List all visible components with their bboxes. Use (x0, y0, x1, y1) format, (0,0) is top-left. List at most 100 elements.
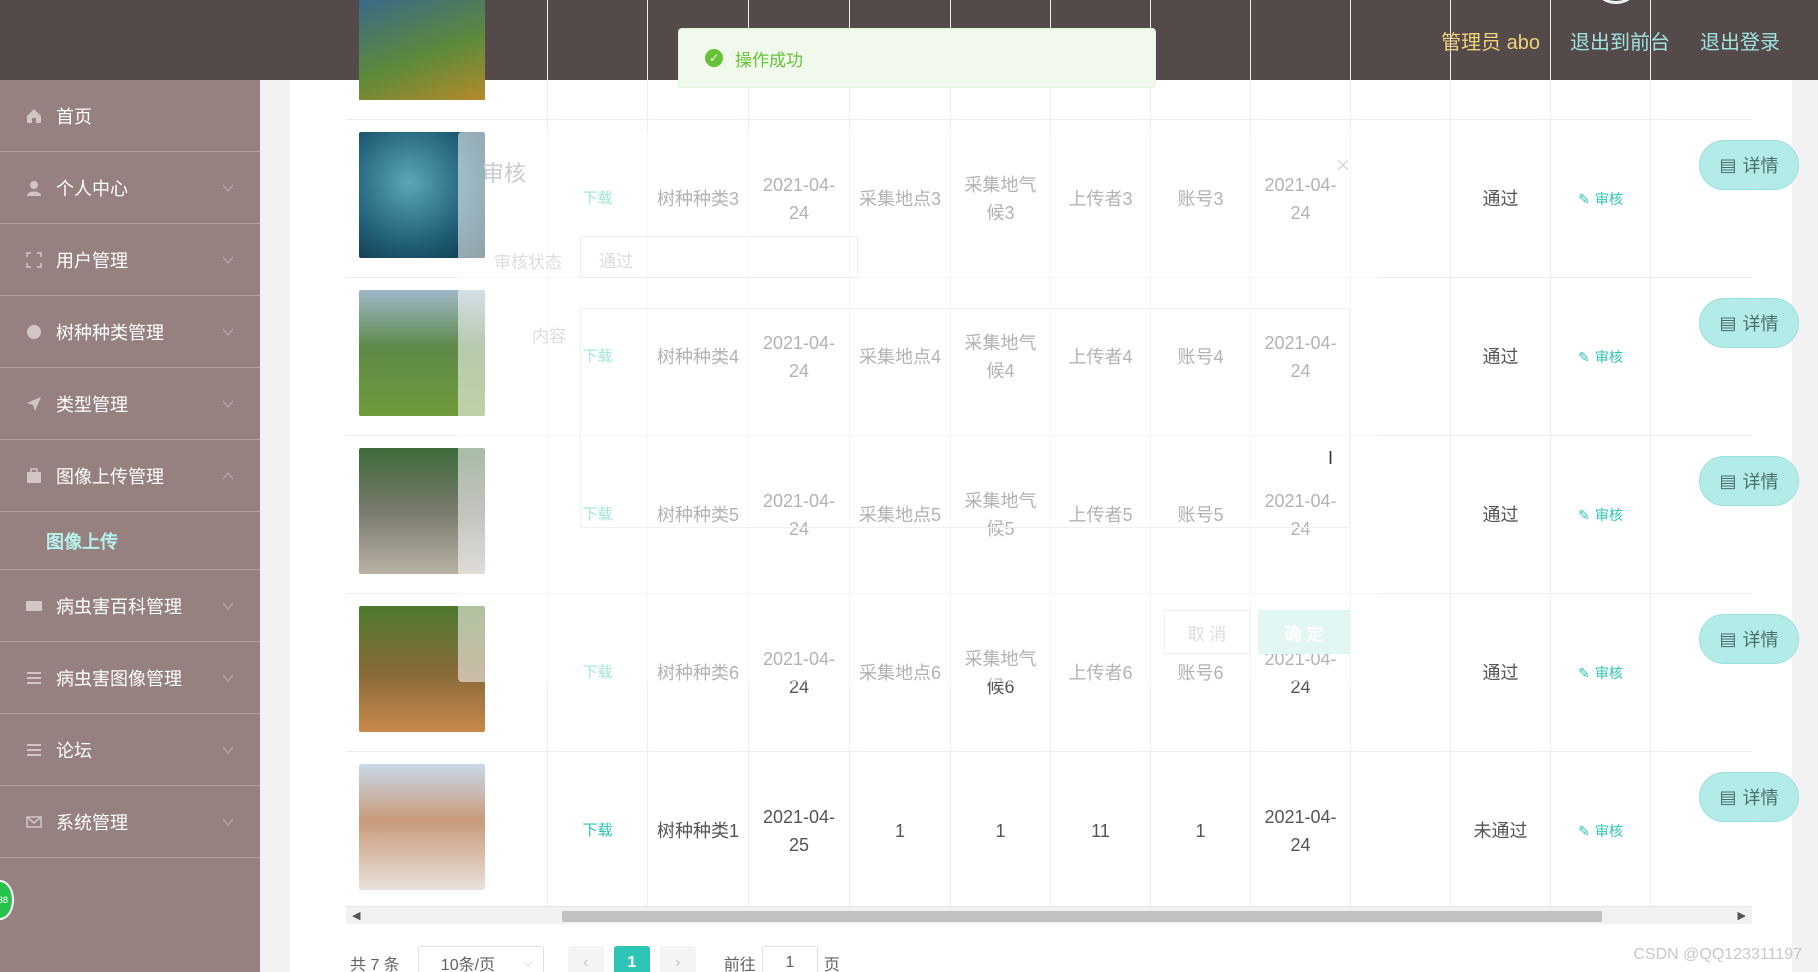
list-icon (24, 668, 44, 688)
detail-button[interactable]: ▤ 详情 (1699, 772, 1799, 822)
cell (1551, 0, 1651, 120)
status-select[interactable]: 通过 (580, 236, 858, 278)
chevron-down-icon (222, 674, 234, 683)
total-count: 共 7 条 (350, 957, 400, 972)
page-size-select[interactable]: 10条/页 ⌵ (417, 946, 544, 972)
audit-link[interactable]: ✎ 审核 (1578, 343, 1623, 371)
document-icon: ▤ (1719, 312, 1737, 333)
page-suffix: 页 (823, 957, 840, 972)
edit-icon: ✎ (1578, 191, 1590, 207)
sidebar-item-types[interactable]: 类型管理 (0, 368, 260, 440)
cell-uploader: 11 (1051, 752, 1151, 910)
sidebar-item-pest-encyclopedia[interactable]: 病虫害百科管理 (0, 570, 260, 642)
download-cell: 下载 (548, 752, 648, 910)
scroll-left-icon[interactable]: ◀ (352, 909, 360, 922)
sidebar-item-image-upload-mgmt[interactable]: 图像上传管理 (0, 440, 260, 512)
sidebar-item-label: 树种种类管理 (56, 322, 164, 343)
sidebar-item-label: 病虫害图像管理 (56, 668, 182, 689)
page-number-current[interactable]: 1 (613, 946, 650, 972)
sidebar-item-personal[interactable]: 个人中心 (0, 152, 260, 224)
cell (1251, 0, 1351, 120)
sidebar-item-home[interactable]: 首页 (0, 80, 260, 152)
detail-button[interactable]: ▤ 详情 (1699, 614, 1799, 664)
detail-button[interactable]: ▤ 详情 (1699, 298, 1799, 348)
chevron-down-icon (222, 184, 234, 193)
audit-link[interactable]: ✎ 审核 (1578, 817, 1623, 845)
cancel-button[interactable]: 取 消 (1164, 610, 1250, 654)
scrollbar-thumb[interactable] (562, 911, 1602, 922)
chevron-down-icon (222, 328, 234, 337)
document-icon: ▤ (1719, 470, 1737, 491)
download-link[interactable]: 下载 (582, 817, 612, 845)
cell-audit: ✎ 审核 (1551, 436, 1651, 594)
audit-label: 审核 (1594, 507, 1623, 523)
cell (1451, 0, 1551, 120)
content-textarea[interactable] (580, 308, 1350, 528)
status-text: 未通过 (1473, 821, 1528, 841)
cell-date: 2021-04-25 (749, 752, 850, 910)
thumbnail-image[interactable] (359, 764, 485, 890)
detail-button[interactable]: ▤ 详情 (1699, 140, 1799, 190)
cell-status: 通过 (1451, 436, 1551, 594)
thumbnail-image[interactable] (359, 0, 485, 100)
sidebar-item-tree-species[interactable]: 树种种类管理 (0, 296, 260, 368)
cell-date2: 2021-04-24 (1251, 752, 1351, 910)
cell-text: 1 (1195, 821, 1206, 841)
edit-icon: ✎ (1578, 823, 1590, 839)
cell-audit: ✎ 审核 (1551, 594, 1651, 752)
status-text: 通过 (1482, 663, 1519, 683)
status-label: 审核状态 (494, 253, 562, 272)
sidebar-subitem-image-upload[interactable]: 图像上传 (0, 512, 260, 570)
cell-status: 未通过 (1451, 752, 1551, 910)
sidebar-item-label: 用户管理 (56, 250, 128, 271)
sidebar-item-label: 个人中心 (56, 178, 128, 199)
detail-button[interactable]: ▤ 详情 (1699, 456, 1799, 506)
sidebar-item-system[interactable]: 系统管理 (0, 786, 260, 858)
chevron-down-icon (222, 256, 234, 265)
prev-page-button[interactable]: ‹ (567, 946, 604, 972)
goto-page-input[interactable]: 1 (761, 946, 818, 972)
audit-dialog: 审核 × 审核状态 通过 内容 取 消 确 定 (458, 132, 1378, 682)
audit-link[interactable]: ✎ 审核 (1578, 659, 1623, 687)
scroll-right-icon[interactable]: ▶ (1738, 909, 1746, 922)
cell (1351, 0, 1451, 120)
sidebar-item-pest-images[interactable]: 病虫害图像管理 (0, 642, 260, 714)
pagination: 共 7 条 10条/页 ⌵ ‹ 1 › 前往 1 页 (350, 946, 840, 972)
globe-icon (24, 322, 44, 342)
edit-icon: ✎ (1578, 349, 1590, 365)
sidebar-item-users[interactable]: 用户管理 (0, 224, 260, 296)
table-row: 下载 树种种类1 2021-04-25 1 1 11 1 2021-04-24 未通过 ✎ 审核 ▤ 详… (346, 752, 1799, 910)
cell (1151, 0, 1251, 120)
cell-type: 树种种类1 (648, 752, 749, 910)
cell (548, 0, 648, 120)
page-size-value: 10条/页 (440, 957, 496, 972)
audit-label: 审核 (1594, 349, 1623, 365)
home-icon (24, 106, 44, 126)
confirm-button[interactable]: 确 定 (1258, 610, 1350, 654)
sidebar-item-label: 图像上传管理 (56, 466, 164, 487)
watermark: CSDN @QQ123311197 (1633, 946, 1802, 963)
image-cell (346, 0, 548, 120)
user-icon (24, 178, 44, 198)
cell-empty (1351, 752, 1451, 910)
goto-label: 前往 (723, 957, 756, 972)
document-icon: ▤ (1719, 628, 1737, 649)
horizontal-scrollbar[interactable]: ◀ ▶ (346, 906, 1752, 924)
chevron-down-icon (222, 746, 234, 755)
audit-link[interactable]: ✎ 审核 (1578, 185, 1623, 213)
sidebar-item-forum[interactable]: 论坛 (0, 714, 260, 786)
cell (1651, 0, 1752, 120)
close-icon[interactable]: × (1336, 152, 1350, 180)
next-page-button[interactable]: › (659, 946, 696, 972)
cell-climate: 1 (951, 752, 1051, 910)
film-icon (24, 596, 44, 616)
cell-place: 1 (850, 752, 951, 910)
cell-status: 通过 (1451, 120, 1551, 278)
cell-text: 1 (995, 821, 1006, 841)
cell-text: 2021-04-24 (1264, 807, 1337, 855)
audit-link[interactable]: ✎ 审核 (1578, 501, 1623, 529)
detail-label: 详情 (1742, 472, 1779, 492)
mail-icon (24, 812, 44, 832)
cell-status: 通过 (1451, 594, 1551, 752)
sidebar: 首页 个人中心 用户管理 树种种类管理 类型管理 图像上传管理 图像上传 病虫害… (0, 80, 260, 972)
